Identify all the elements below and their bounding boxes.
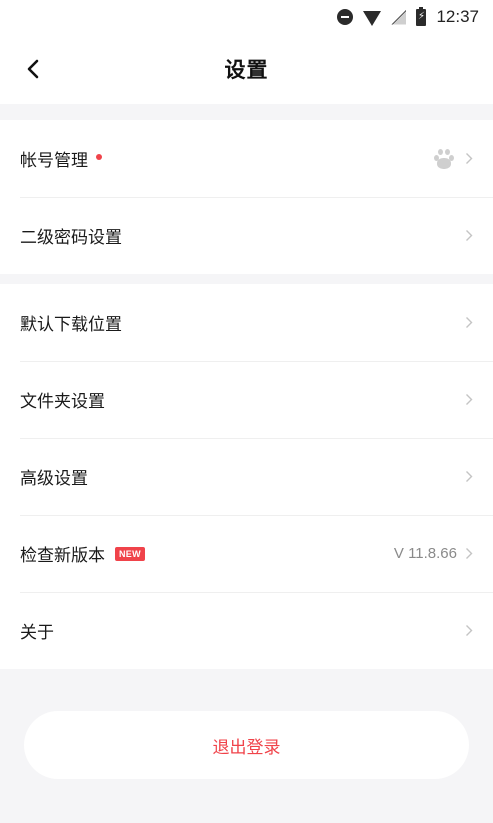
battery-charging-icon [416,6,427,26]
status-bar: 12:37 [0,0,493,34]
chevron-right-icon [466,230,473,241]
row-label: 高级设置 [20,469,88,489]
new-badge: NEW [115,546,145,561]
logout-button[interactable]: 退出登录 [24,711,469,779]
chevron-right-icon [466,394,473,405]
row-label: 关于 [20,623,54,643]
logout-section: 退出登录 [0,669,493,779]
chevron-right-icon [466,548,473,559]
row-label: 二级密码设置 [20,228,122,248]
settings-group-account: 帐号管理 二级密码设置 [0,120,493,274]
chevron-right-icon [466,153,473,164]
baidu-paw-icon [433,148,455,170]
advanced-settings-row[interactable]: 高级设置 [0,438,493,515]
about-row[interactable]: 关于 [0,592,493,669]
section-gap [0,104,493,120]
nav-bar: 设置 [0,34,493,104]
folder-settings-row[interactable]: 文件夹设置 [0,361,493,438]
no-sim-icon [391,9,407,25]
section-gap [0,274,493,284]
chevron-right-icon [466,471,473,482]
status-time: 12:37 [436,7,479,26]
back-button[interactable] [16,52,50,86]
row-label: 文件夹设置 [20,392,105,412]
settings-group-general: 默认下载位置 文件夹设置 高级设置 检查新版本 NEW V 11.8.66 关于 [0,284,493,669]
page-title: 设置 [224,58,269,82]
row-label: 默认下载位置 [20,315,122,335]
version-value: V 11.8.66 [393,545,457,562]
check-update-row[interactable]: 检查新版本 NEW V 11.8.66 [0,515,493,592]
logout-label: 退出登录 [212,737,281,758]
notification-dot [96,153,102,160]
chevron-right-icon [466,317,473,328]
chevron-left-icon [27,59,39,79]
chevron-right-icon [466,625,473,636]
do-not-disturb-icon [337,9,354,25]
row-label: 检查新版本 [20,546,105,566]
account-management-row[interactable]: 帐号管理 [0,120,493,197]
secondary-password-row[interactable]: 二级密码设置 [0,197,493,274]
default-download-location-row[interactable]: 默认下载位置 [0,284,493,361]
row-label: 帐号管理 [20,151,88,171]
wifi-icon [363,10,382,26]
